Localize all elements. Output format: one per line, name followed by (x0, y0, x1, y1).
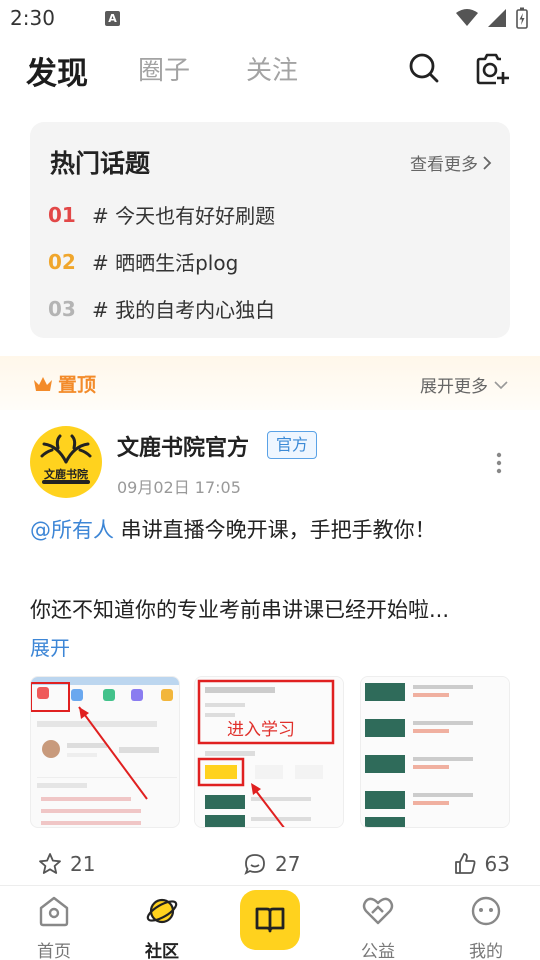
expand-more-button[interactable]: 展开更多 (420, 372, 508, 397)
pinned-text: 置顶 (58, 374, 97, 396)
comment-button[interactable]: 27 (243, 852, 300, 876)
tab-discover[interactable]: 发现 (26, 48, 88, 93)
heart-icon (362, 897, 394, 925)
avatar-logo-text: 文鹿书院 (44, 468, 88, 481)
thumbs-up-icon (454, 853, 476, 874)
nav-home-label: 首页 (37, 942, 71, 960)
nav-mine[interactable]: 我的 (446, 894, 526, 960)
enter-learn-overlay: 进入学习 (227, 720, 295, 740)
wifi-icon (456, 9, 478, 26)
comment-icon (244, 854, 265, 875)
bottom-nav: 首页 社区 公益 我的 (0, 885, 540, 960)
comment-count: 27 (275, 852, 301, 876)
book-icon (255, 907, 285, 933)
course-list-screenshot (361, 677, 509, 827)
app-screenshot-2 (195, 677, 343, 827)
nav-home[interactable]: 首页 (14, 894, 94, 960)
nav-community-label: 社区 (145, 942, 179, 960)
post-time: 09月02日 17:05 (117, 478, 241, 497)
expand-more-label: 展开更多 (420, 377, 488, 397)
pinned-label: 置顶 (32, 370, 96, 397)
post-text-line2: 你还不知道你的专业考前串讲课已经开始啦... (30, 598, 450, 622)
author-avatar[interactable]: 文鹿书院 (30, 426, 102, 498)
topic-text: # 我的自考内心独白 (92, 298, 276, 322)
topic-text: # 今天也有好好刷题 (92, 204, 276, 228)
signal-icon (488, 9, 506, 27)
hot-topics-title: 热门话题 (50, 149, 151, 178)
hot-topic-item[interactable]: 03 # 我的自考内心独白 (48, 294, 275, 323)
study-center-button[interactable] (240, 890, 300, 950)
topic-rank: 03 (48, 296, 76, 321)
topic-text: # 晒晒生活plog (92, 251, 239, 275)
hot-topics-card: 热门话题 查看更多 01 # 今天也有好好刷题 02 # 晒晒生活plog 03… (30, 122, 510, 338)
top-tab-bar: 发现 圈子 关注 (0, 40, 540, 102)
hot-topic-item[interactable]: 02 # 晒晒生活plog (48, 247, 238, 276)
official-badge: 官方 (267, 431, 318, 459)
nav-welfare-label: 公益 (361, 942, 395, 960)
post-image-1[interactable] (30, 676, 180, 828)
notification-a-icon: A (105, 11, 120, 26)
mention-all-link[interactable]: @所有人 (30, 518, 114, 542)
view-more-label: 查看更多 (410, 155, 478, 175)
camera-plus-icon[interactable] (474, 52, 510, 86)
nav-mine-label: 我的 (469, 942, 503, 960)
home-icon (39, 896, 69, 927)
status-time: 2:30 (10, 6, 55, 30)
status-bar: 2:30 A (0, 0, 540, 36)
post-text-rest: 串讲直播今晚开课，手把手教你！ (114, 518, 436, 542)
nav-welfare[interactable]: 公益 (338, 894, 418, 960)
tab-follow[interactable]: 关注 (246, 50, 298, 87)
battery-icon (516, 7, 528, 29)
planet-icon (146, 898, 178, 924)
tab-discover-label: 发现 (26, 56, 88, 92)
view-more-button[interactable]: 查看更多 (410, 150, 492, 175)
favorite-count: 21 (70, 852, 96, 876)
system-icons (456, 7, 528, 29)
post-image-3[interactable] (360, 676, 510, 828)
post-expand-link[interactable]: 展开 (30, 632, 70, 661)
post-text-line1: @所有人 串讲直播今晚开课，手把手教你！ (30, 514, 436, 544)
topic-rank: 01 (48, 202, 76, 227)
author-name[interactable]: 文鹿书院官方 (117, 430, 249, 462)
search-icon[interactable] (408, 52, 440, 84)
post-image-2[interactable]: 进入学习 (194, 676, 344, 828)
favorite-button[interactable]: 21 (38, 852, 95, 876)
more-options-icon[interactable] (496, 452, 502, 474)
nav-community[interactable]: 社区 (122, 894, 202, 960)
topic-rank: 02 (48, 249, 76, 274)
chevron-down-icon (494, 380, 508, 389)
app-screenshot-1 (31, 677, 179, 825)
pinned-bar: 置顶 展开更多 (0, 356, 540, 410)
crown-icon (34, 376, 52, 391)
tab-circle[interactable]: 圈子 (138, 50, 190, 87)
star-icon (39, 853, 61, 874)
like-count: 63 (484, 852, 510, 876)
face-icon (471, 896, 501, 926)
hot-topic-item[interactable]: 01 # 今天也有好好刷题 (48, 200, 275, 229)
deer-antler-logo (40, 434, 92, 484)
like-button[interactable]: 63 (453, 852, 510, 876)
chevron-right-icon (483, 155, 492, 170)
